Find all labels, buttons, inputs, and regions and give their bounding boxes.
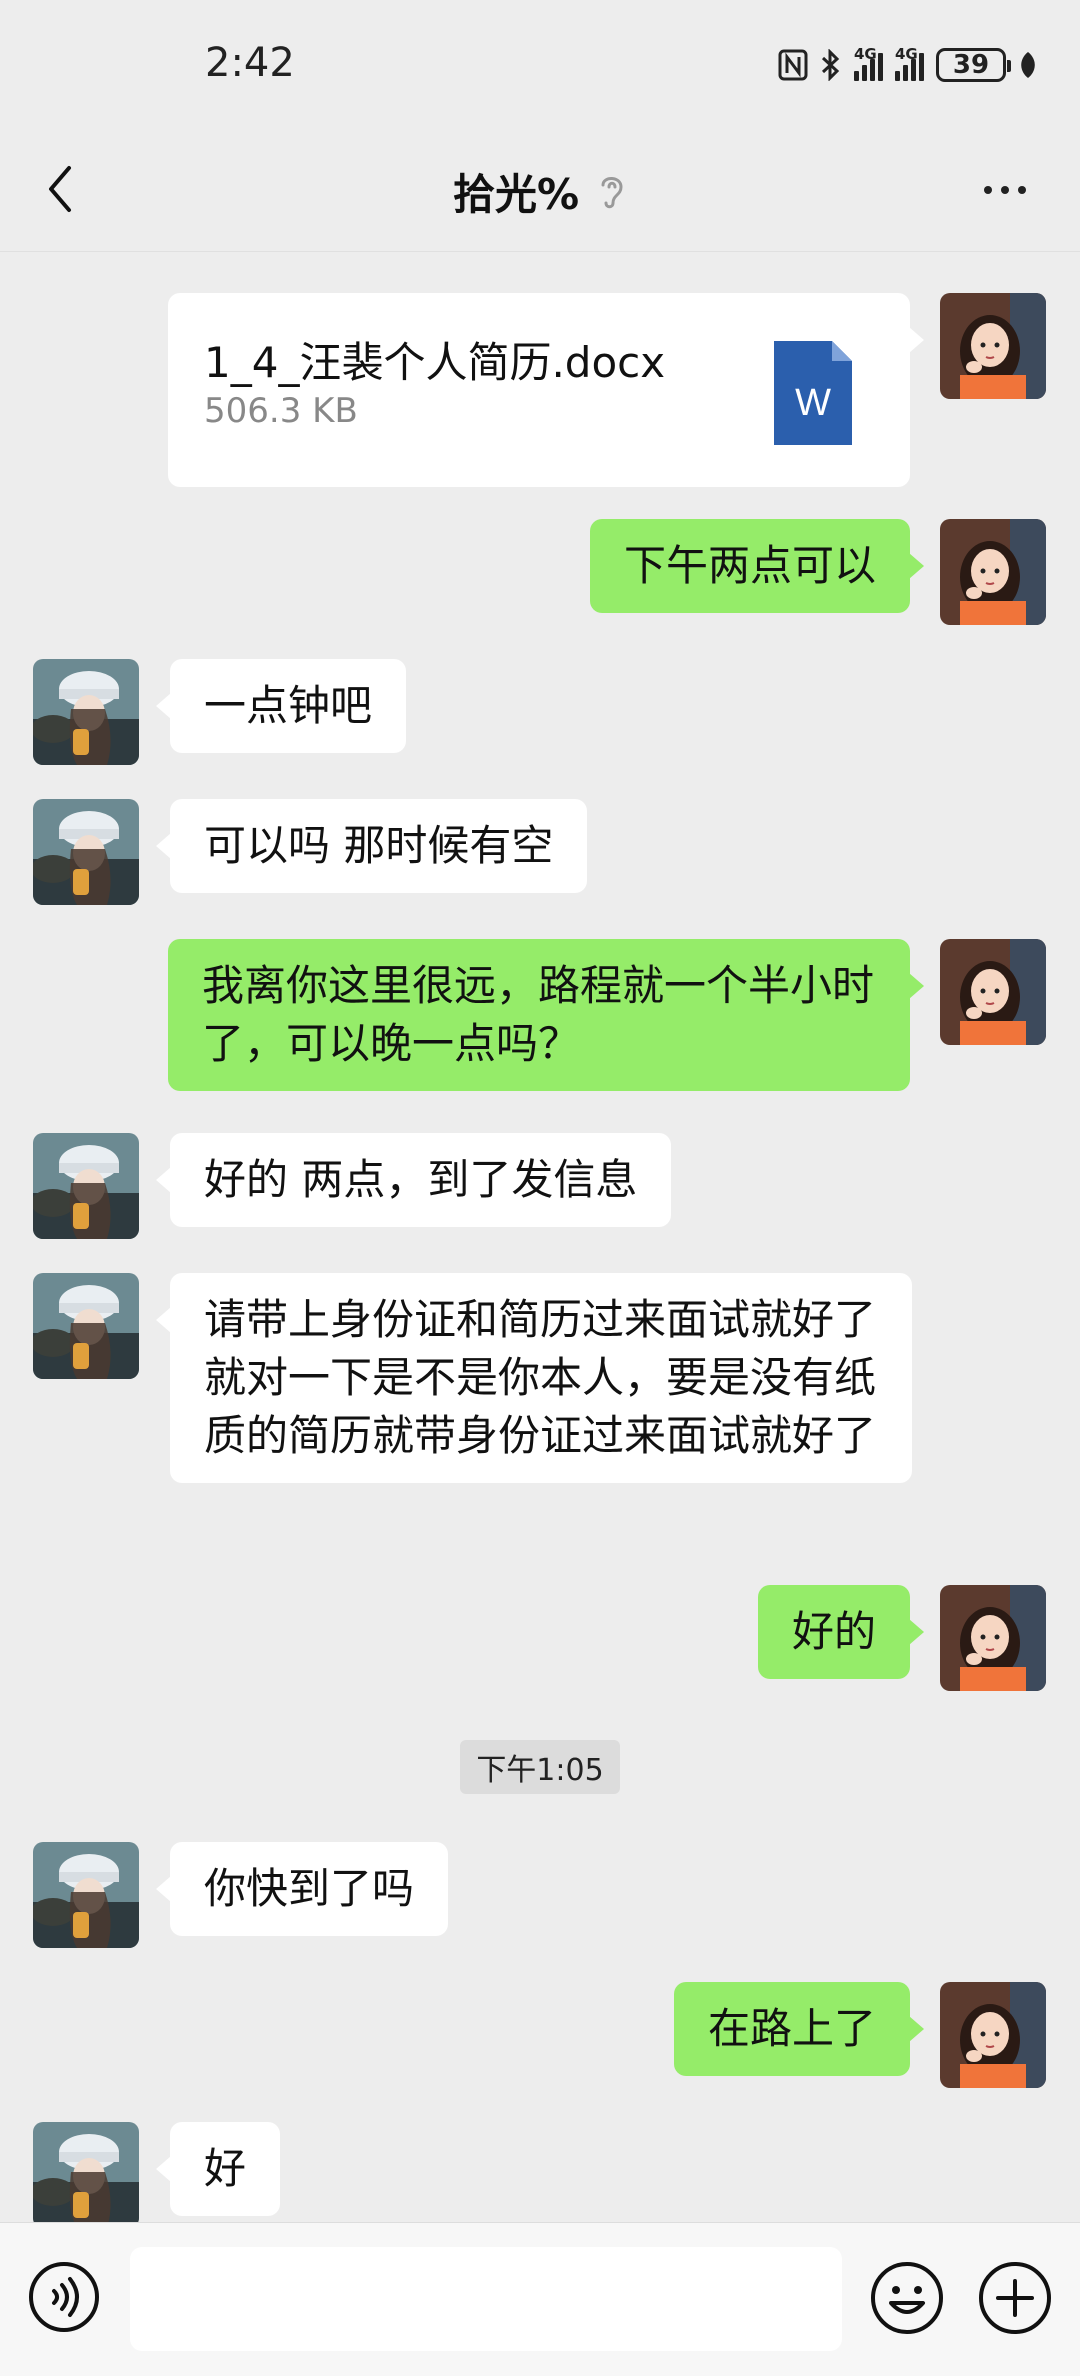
- message-text: 下午两点可以: [623, 541, 876, 590]
- message-bubble[interactable]: 一点钟吧: [155, 659, 407, 753]
- status-icons: 4G 4G 39: [778, 45, 1038, 82]
- file-message[interactable]: 1_4_汪裴个人简历.docx 506.3 KB W: [168, 293, 924, 487]
- message-bubble[interactable]: 在路上了: [673, 1982, 925, 2076]
- plus-icon: [979, 2262, 1051, 2334]
- timestamp: 下午1:05: [460, 1740, 620, 1794]
- my-avatar[interactable]: [940, 519, 1046, 625]
- leaf-icon: [1018, 50, 1038, 80]
- contact-avatar[interactable]: [33, 2122, 139, 2222]
- message-text: 好的: [791, 1607, 876, 1656]
- status-time: 2:42: [205, 40, 295, 86]
- message-text: 我离你这里很远，路程就一个半小时了，可以晚一点吗？: [202, 961, 875, 1068]
- my-avatar[interactable]: [940, 1982, 1046, 2088]
- status-bar: 2:42 4G 4G 39: [0, 0, 1080, 130]
- file-size: 506.3 KB: [204, 391, 358, 431]
- message-bubble[interactable]: 好的: [757, 1585, 925, 1679]
- battery-icon: 39: [936, 48, 1011, 82]
- file-name: 1_4_汪裴个人简历.docx: [204, 338, 666, 387]
- message-text: 请带上身份证和简历过来面试就好了 就对一下是不是你本人，要是没有纸质的简历就带身…: [204, 1295, 877, 1460]
- ear-icon: [601, 177, 623, 209]
- plus-button[interactable]: [978, 2261, 1052, 2335]
- emoji-button[interactable]: [870, 2261, 944, 2335]
- message-bubble[interactable]: 请带上身份证和简历过来面试就好了 就对一下是不是你本人，要是没有纸质的简历就带身…: [156, 1273, 912, 1483]
- message-bubble[interactable]: 好: [155, 2122, 281, 2216]
- voice-icon: [29, 2262, 99, 2332]
- message-text: 好的 两点，到了发信息: [204, 1155, 638, 1204]
- message-bubble[interactable]: 下午两点可以: [589, 519, 925, 613]
- message-text: 一点钟吧: [204, 681, 373, 730]
- more-icon: [984, 186, 992, 194]
- contact-avatar[interactable]: [33, 659, 139, 765]
- message-bubble[interactable]: 我离你这里很远，路程就一个半小时了，可以晚一点吗？: [168, 939, 924, 1091]
- voice-button[interactable]: [28, 2261, 100, 2333]
- word-icon-letter: W: [795, 382, 831, 424]
- signal-1-icon: 4G: [854, 45, 883, 81]
- chat-header: 拾光%: [0, 130, 1080, 252]
- message-text: 在路上了: [707, 2004, 876, 2053]
- chat-title: 拾光%: [452, 169, 580, 219]
- message-text: 你快到了吗: [204, 1864, 415, 1913]
- title-wrap: 拾光%: [0, 130, 1080, 252]
- message-bubble[interactable]: 可以吗 那时候有空: [155, 799, 588, 893]
- nfc-icon: [778, 49, 808, 81]
- battery-level: 39: [952, 50, 990, 80]
- message-bubble[interactable]: 好的 两点，到了发信息: [155, 1133, 672, 1227]
- word-file-icon: W: [774, 341, 852, 449]
- message-text: 可以吗 那时候有空: [204, 821, 554, 870]
- message-input[interactable]: [130, 2247, 842, 2351]
- my-avatar[interactable]: [940, 1585, 1046, 1691]
- contact-avatar[interactable]: [33, 1842, 139, 1948]
- input-bar: [0, 2222, 1080, 2376]
- message-text: 好: [204, 2144, 247, 2193]
- contact-avatar[interactable]: [33, 799, 139, 905]
- emoji-icon: [871, 2262, 943, 2334]
- my-avatar[interactable]: [940, 293, 1046, 399]
- signal-2-icon: 4G: [895, 45, 924, 81]
- message-bubble[interactable]: 你快到了吗: [155, 1842, 449, 1936]
- bluetooth-icon: [820, 49, 842, 81]
- more-button[interactable]: [970, 165, 1040, 215]
- contact-avatar[interactable]: [33, 1273, 139, 1379]
- my-avatar[interactable]: [940, 939, 1046, 1045]
- chat-screen: 2:42 4G 4G 39 拾光% 1_4_汪裴个人简历.docx 506.3 …: [0, 0, 1080, 2376]
- contact-avatar[interactable]: [33, 1133, 139, 1239]
- chat-area[interactable]: 1_4_汪裴个人简历.docx 506.3 KB W 下午两点可以 一点钟吧 可…: [0, 252, 1080, 2222]
